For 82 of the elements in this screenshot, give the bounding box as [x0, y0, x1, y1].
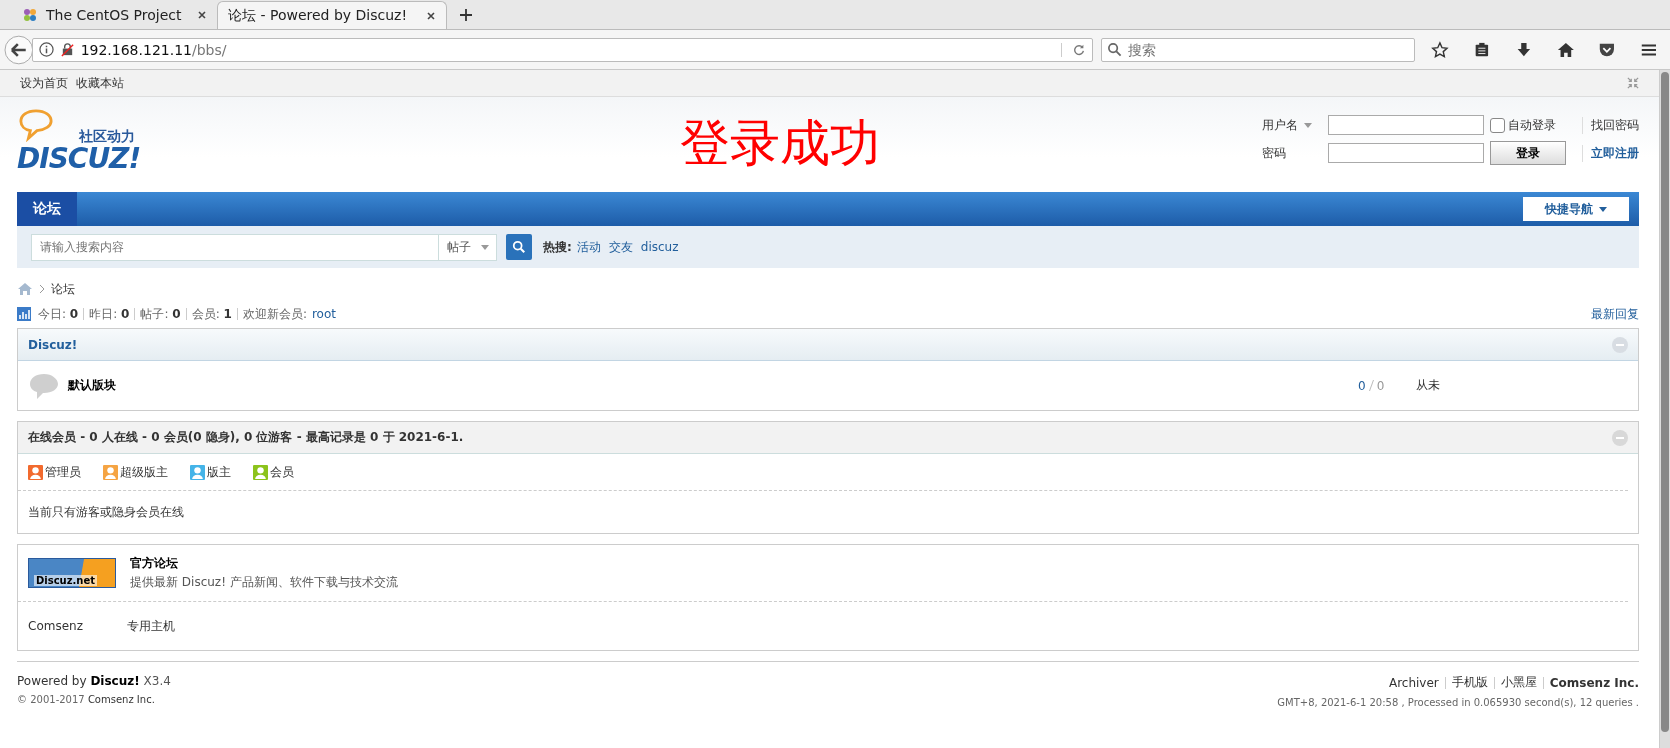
footer-link[interactable]: Archiver [1388, 675, 1439, 690]
logo-wordmark: DISCUZ! [17, 144, 141, 174]
search-field[interactable]: 搜索 [1126, 40, 1410, 59]
stat-text: 会员: 1 [191, 305, 232, 323]
search-icon [1107, 42, 1123, 57]
featured-link-title[interactable]: 官方论坛 [130, 555, 398, 572]
new-tab-icon[interactable] [459, 8, 473, 22]
hot-search-label: 热搜: [543, 238, 572, 256]
star-icon[interactable] [1431, 40, 1450, 59]
search-icon [512, 240, 526, 254]
thread-count: 0 [1358, 378, 1366, 393]
footer-link[interactable]: 手机版 [1451, 674, 1488, 691]
caret-icon [1599, 206, 1607, 212]
close-icon[interactable] [426, 10, 436, 21]
search-field[interactable]: 请输入搜索内容 [32, 234, 438, 260]
quick-nav-button[interactable]: 快捷导航 [1523, 197, 1629, 221]
scrollbar[interactable] [1659, 70, 1670, 748]
copyright-text: © 2001-2017 Comsenz Inc. [17, 694, 156, 705]
friend-link[interactable]: 专用主机 [126, 617, 175, 635]
speech-bubble-icon [17, 108, 55, 142]
caret-icon [481, 244, 489, 250]
register-link[interactable]: 立即注册 [1582, 144, 1639, 162]
post-count: 0 [1376, 378, 1385, 393]
stat-text: 今日: 0 [38, 305, 79, 323]
chat-bubble-icon [28, 371, 60, 400]
username-label[interactable]: 用户名 [1262, 116, 1322, 134]
hot-search-link[interactable]: 活动 [576, 238, 601, 256]
processing-info: GMT+8, 2021-6-1 20:58 , Processed in 0.065930 second(s), 12 queries . [1277, 697, 1639, 708]
hot-search-link[interactable]: 交友 [608, 238, 633, 256]
home-icon[interactable] [1556, 40, 1575, 59]
forum-name[interactable]: 默认版块 [68, 377, 116, 394]
footer-link[interactable]: 小黑屋 [1500, 674, 1537, 691]
forgot-password-link[interactable]: 找回密码 [1582, 116, 1639, 134]
new-member-label: 欢迎新会员: [242, 305, 307, 323]
last-post: 从未 [1416, 377, 1441, 394]
search-button[interactable] [506, 234, 532, 260]
close-icon[interactable] [197, 10, 207, 20]
insecure-lock-icon [59, 42, 75, 57]
chevron-icon [39, 284, 45, 294]
auto-login-checkbox[interactable]: 自动登录 [1490, 116, 1576, 134]
caret-icon [1304, 122, 1312, 128]
url-text: 192.168.121.11/bbs/ [80, 41, 228, 58]
member-link[interactable]: root [311, 307, 336, 321]
info-icon [38, 42, 54, 57]
login-button[interactable]: 登录 [1490, 141, 1566, 165]
reading-list-icon[interactable] [1473, 40, 1491, 59]
hot-search-link[interactable]: discuz [640, 240, 679, 254]
bar-chart-icon [17, 307, 31, 321]
toolbar-link[interactable]: 收藏本站 [76, 74, 124, 92]
legend-label: 超级版主 [120, 463, 168, 481]
powered-by-text: Powered by Discuz! X3.4 [17, 674, 171, 688]
footer-link[interactable]: Comsenz Inc. [1549, 675, 1639, 690]
friend-link[interactable]: Comsenz [28, 619, 83, 633]
banner-text: 登录成功 [680, 115, 880, 171]
legend-label: 会员 [270, 463, 294, 481]
discuz-net-banner[interactable]: Discuz.net [28, 558, 116, 588]
back-icon[interactable] [4, 34, 34, 65]
nav-tab[interactable]: 论坛 [17, 192, 77, 226]
search-box[interactable]: 搜索 [1101, 37, 1416, 62]
latest-replies-link[interactable]: 最新回复 [1591, 305, 1639, 323]
online-note: 当前只有游客或隐身会员在线 [27, 503, 185, 521]
collapse-icon[interactable] [1627, 77, 1639, 89]
search-type-dropdown[interactable]: 帖子 [439, 233, 497, 261]
address-bar[interactable]: 192.168.121.11/bbs/ [31, 37, 1094, 62]
legend-label: 版主 [207, 463, 231, 481]
stat-text: 帖子: 0 [140, 305, 181, 323]
browser-tab[interactable]: The CentOS Project [12, 1, 217, 29]
password-field[interactable] [1328, 143, 1484, 163]
password-label: 密码 [1262, 144, 1287, 162]
logo-tagline: 社区动力 [79, 128, 135, 146]
legend-label: 管理员 [45, 463, 81, 481]
reload-icon[interactable] [1061, 42, 1087, 57]
toolbar-link[interactable]: 设为首页 [20, 74, 68, 92]
featured-link-description: 提供最新 Discuz! 产品新闻、软件下载与技术交流 [130, 574, 398, 591]
stat-text: 昨日: 0 [89, 305, 130, 323]
online-title[interactable]: 在线会员 - 0 人在线 - 0 会员(0 隐身), 0 位游客 - 最高记录是 0 于 2021-6-1. [28, 429, 464, 446]
username-field[interactable] [1328, 115, 1484, 135]
breadcrumb-link[interactable]: 论坛 [51, 280, 75, 298]
checkbox[interactable] [1490, 117, 1505, 133]
category-title[interactable]: Discuz! [28, 337, 78, 352]
flower-icon [22, 7, 38, 23]
browser-tab[interactable]: 论坛 - Powered by Discuz! [217, 1, 447, 29]
